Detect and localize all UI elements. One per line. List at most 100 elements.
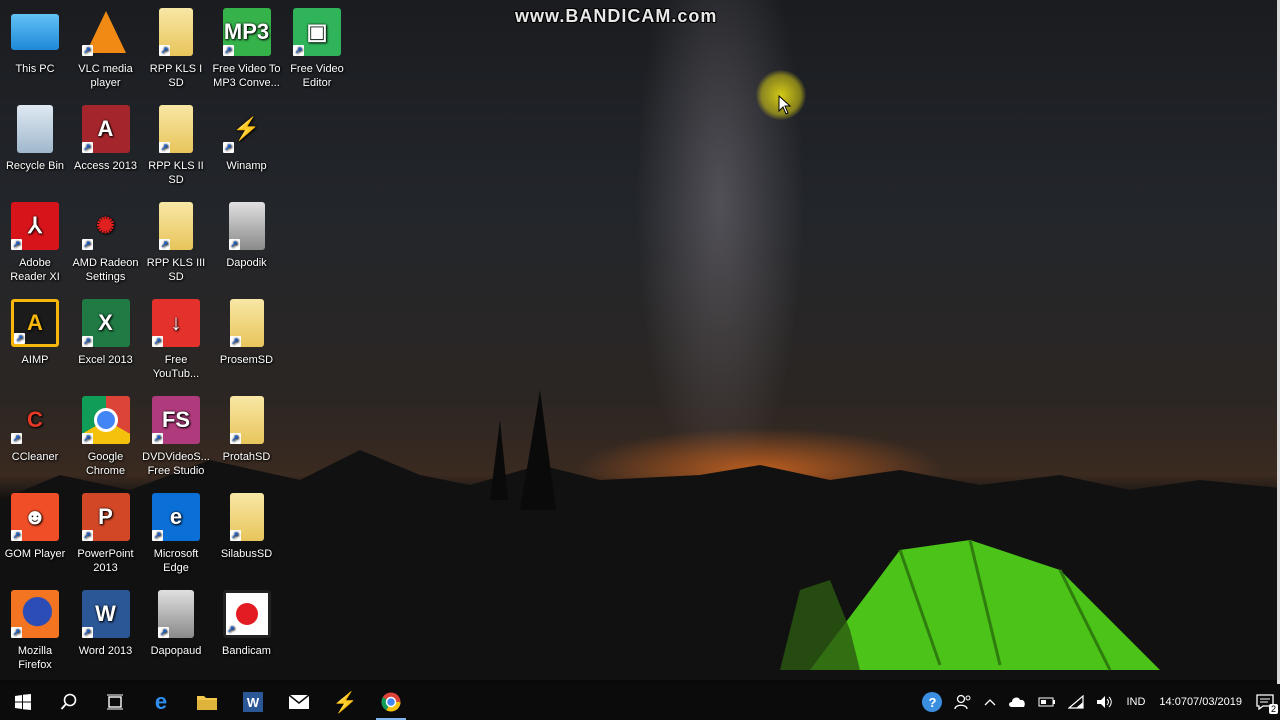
shortcut-arrow-icon: ↗ — [81, 239, 93, 250]
desktop-icon-label: Microsoft Edge — [153, 548, 199, 574]
shortcut-arrow-icon: ↗ — [81, 433, 93, 444]
desktop-icon-adobe-reader-xi[interactable]: ⅄ ↗ Adobe Reader XI — [0, 198, 70, 284]
shortcut-arrow-icon: ↗ — [158, 627, 169, 638]
desktop-icon-ccleaner[interactable]: C ↗ CCleaner — [0, 392, 70, 464]
desktop-icon-aimp[interactable]: A ↗ AIMP — [0, 295, 70, 367]
desktop-icon-google-chrome[interactable]: ↗ Google Chrome — [71, 392, 141, 478]
shortcut-arrow-icon: ↗ — [152, 530, 163, 541]
search-icon[interactable] — [46, 684, 92, 720]
bandicam-watermark: www.BANDICAM.com — [515, 6, 718, 26]
battery-icon[interactable] — [1032, 684, 1062, 720]
wifi-icon[interactable] — [1062, 684, 1090, 720]
desktop-icon-label: CCleaner — [11, 451, 59, 463]
shortcut-arrow-icon: ↗ — [81, 530, 93, 541]
desktop-icon-mozilla-firefox[interactable]: ↗ Mozilla Firefox — [0, 586, 70, 672]
taskbar: e W ⚡ ? IND 14:07 07/03/2019 2 — [0, 684, 1280, 720]
winamp-icon: ⚡ ↗ — [222, 116, 261, 153]
edge-icon[interactable]: e — [138, 684, 184, 720]
desktop-icon-rpp-kls-ii-sd[interactable]: ↗ RPP KLS II SD — [141, 101, 211, 187]
desktop-icon-access-2013[interactable]: A ↗ Access 2013 — [71, 101, 141, 173]
shortcut-arrow-icon: ↗ — [229, 336, 241, 347]
desktop-icon-label: VLC media player — [78, 63, 133, 89]
desktop-icon-silabussd[interactable]: ↗ SilabusSD — [212, 489, 282, 561]
desktop-icon-label: Word 2013 — [78, 645, 133, 657]
language-indicator[interactable]: IND — [1120, 684, 1151, 720]
mouse-cursor-icon — [778, 95, 792, 115]
free-studio-icon: FS ↗ — [152, 396, 200, 444]
desktop-icon-rpp-kls-i-sd[interactable]: ↗ RPP KLS I SD — [141, 4, 211, 90]
desktop-icon-word-2013[interactable]: W ↗ Word 2013 — [71, 586, 141, 658]
winamp-icon[interactable]: ⚡ — [322, 684, 368, 720]
desktop-icon-label: Recycle Bin — [5, 160, 65, 172]
desktop-icon-label: RPP KLS I SD — [149, 63, 203, 89]
desktop-icon-vlc-media-player[interactable]: ↗ VLC media player — [71, 4, 141, 90]
powerpoint-icon: P ↗ — [81, 493, 130, 541]
desktop-icon-label: Free YouTub... — [152, 354, 200, 380]
database-icon: ↗ — [228, 202, 265, 250]
notification-count: 2 — [1268, 704, 1278, 714]
desktop-icon-free-video-to-mp3-conve[interactable]: MP3 ↗ Free Video To MP3 Conve... — [212, 4, 282, 90]
desktop-icon-label: AMD Radeon Settings — [72, 257, 139, 283]
desktop-icon-dvdvideos-free-studio[interactable]: FS ↗ DVDVideoS... Free Studio — [141, 392, 211, 478]
word-icon: W ↗ — [81, 590, 130, 638]
desktop-icon-bandicam[interactable]: ↗ Bandicam — [212, 586, 282, 658]
vlc-icon: ↗ — [81, 8, 130, 56]
desktop-icon-powerpoint-2013[interactable]: P ↗ PowerPoint 2013 — [71, 489, 141, 575]
chevron-up-icon[interactable] — [978, 684, 1002, 720]
people-icon[interactable] — [948, 684, 978, 720]
shortcut-arrow-icon: ↗ — [81, 627, 93, 638]
edge-icon: e ↗ — [152, 493, 200, 541]
desktop-icon-recycle-bin[interactable]: Recycle Bin — [0, 101, 70, 173]
shortcut-arrow-icon: ↗ — [222, 45, 234, 56]
shortcut-arrow-icon: ↗ — [11, 627, 22, 638]
task-view-icon[interactable] — [92, 684, 138, 720]
shortcut-arrow-icon: ↗ — [159, 239, 170, 250]
mail-icon[interactable] — [276, 684, 322, 720]
shortcut-arrow-icon: ↗ — [293, 45, 304, 56]
shortcut-arrow-icon: ↗ — [152, 336, 163, 347]
shortcut-arrow-icon: ↗ — [152, 433, 163, 444]
windows-logo-icon[interactable] — [0, 684, 46, 720]
file-explorer-icon[interactable] — [184, 684, 230, 720]
action-center-icon[interactable]: 2 — [1250, 684, 1280, 720]
desktop-icon-this-pc[interactable]: This PC — [0, 4, 70, 76]
desktop-icon-label: Dapodik — [226, 257, 267, 269]
shortcut-arrow-icon: ↗ — [11, 239, 22, 250]
desktop-icon-free-youtub[interactable]: ↓ ↗ Free YouTub... — [141, 295, 211, 381]
bandicam-icon: ↗ — [222, 590, 271, 638]
shortcut-arrow-icon: ↗ — [228, 239, 240, 250]
desktop-icon-dapodik[interactable]: ↗ Dapodik — [212, 198, 282, 270]
desktop-icon-label: Bandicam — [222, 645, 271, 657]
desktop-icon-gom-player[interactable]: ☻ ↗ GOM Player — [0, 489, 70, 561]
desktop-icon-microsoft-edge[interactable]: e ↗ Microsoft Edge — [141, 489, 211, 575]
onedrive-cloud-icon[interactable] — [1002, 684, 1032, 720]
desktop-icon-protahsd[interactable]: ↗ ProtahSD — [212, 392, 282, 464]
desktop-icon-label: Dapopaud — [150, 645, 202, 657]
database-icon: ↗ — [158, 590, 194, 638]
desktop-icon-prosemsd[interactable]: ↗ ProsemSD — [212, 295, 282, 367]
access-icon: A ↗ — [81, 105, 130, 153]
clock[interactable]: 14:07 07/03/2019 — [1151, 684, 1250, 720]
shortcut-arrow-icon: ↗ — [11, 530, 22, 541]
mp3-converter-icon: MP3 ↗ — [222, 8, 271, 56]
chrome-icon[interactable] — [368, 684, 414, 720]
desktop-icon-winamp[interactable]: ⚡ ↗ Winamp — [212, 101, 282, 173]
word-icon[interactable]: W — [230, 684, 276, 720]
desktop-icon-label: PowerPoint 2013 — [77, 548, 134, 574]
shortcut-arrow-icon: ↗ — [159, 45, 170, 56]
gom-player-icon: ☻ ↗ — [11, 493, 59, 541]
folder-icon: ↗ — [159, 8, 193, 56]
desktop-icon-free-video-editor[interactable]: ▣ ↗ Free Video Editor — [282, 4, 352, 90]
desktop-icon-amd-radeon-settings[interactable]: ✺ ↗ AMD Radeon Settings — [71, 198, 141, 284]
volume-icon[interactable] — [1090, 684, 1120, 720]
desktop-icon-label: Access 2013 — [74, 160, 137, 172]
desktop-icon-label: RPP KLS III SD — [146, 257, 206, 283]
clock-time: 14:07 — [1159, 696, 1187, 708]
desktop-icon-rpp-kls-iii-sd[interactable]: ↗ RPP KLS III SD — [141, 198, 211, 284]
desktop-icon-excel-2013[interactable]: X ↗ Excel 2013 — [71, 295, 141, 367]
shortcut-arrow-icon: ↗ — [225, 624, 237, 635]
desktop-icon-label: Free Video Editor — [290, 63, 344, 89]
chrome-icon: ↗ — [81, 396, 130, 444]
desktop-icon-dapopaud[interactable]: ↗ Dapopaud — [141, 586, 211, 658]
help-icon[interactable]: ? — [916, 684, 948, 720]
